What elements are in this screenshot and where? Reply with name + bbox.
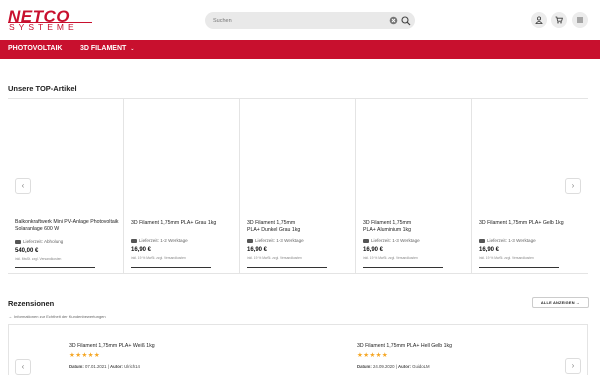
rating-stars: ★★★★★: [69, 352, 101, 359]
tax-note[interactable]: inkl. 19 % MwSt. zzgl. Versandkosten: [131, 256, 186, 260]
product-name[interactable]: 3D Filament 1,75mm PLA+ Grau 1kg: [131, 220, 235, 227]
product-card[interactable]: 3D Filament 1,75mm PLA+ Dunkel Grau 1kg …: [240, 99, 356, 274]
carousel-prev-button[interactable]: ‹: [15, 178, 31, 194]
review-author: Ulrich14: [124, 364, 140, 369]
delivery-label: Lieferzeit: 1-3 Werktage: [255, 238, 304, 243]
product-card[interactable]: 3D Filament 1,75mm PLA+ Aluminium 1kg Li…: [356, 99, 472, 274]
show-all-button[interactable]: ALLE ANZEIGEN →: [532, 297, 589, 308]
menu-button[interactable]: [572, 12, 588, 28]
card-underline: [363, 267, 443, 268]
truck-icon: [479, 238, 485, 243]
product-price: 16,90 €: [247, 247, 268, 253]
delivery-time: Lieferzeit: 1-3 Werktage: [363, 238, 420, 243]
arrow-right-icon: →: [8, 314, 12, 319]
product-price: 16,90 €: [479, 247, 500, 253]
review-date: 24.09.2020: [373, 364, 395, 369]
clear-icon[interactable]: [389, 16, 398, 25]
date-label: Datum:: [69, 364, 84, 369]
date-label: Datum:: [357, 364, 372, 369]
review-meta: Datum: 07.01.2021 | Autor: Ulrich14: [69, 364, 140, 369]
chevron-left-icon: ‹: [21, 362, 25, 371]
rating-stars: ★★★★★: [357, 352, 389, 359]
tax-note[interactable]: inkl. 19 % MwSt. zzgl. Versandkosten: [479, 256, 534, 260]
reviews-prev-button[interactable]: ‹: [15, 359, 31, 375]
tax-note[interactable]: inkl. MwSt. zzgl. Versandkosten: [15, 257, 61, 261]
netco-logo[interactable]: NETCO SYSTEME: [8, 8, 92, 32]
search-icon[interactable]: [401, 15, 411, 26]
delivery-label: Lieferzeit: Abholung: [23, 239, 64, 244]
cart-icon: [555, 16, 563, 24]
review-product-title[interactable]: 3D Filament 1,75mm PLA+ Weiß 1kg: [69, 343, 155, 349]
review-meta: Datum: 24.09.2020 | Autor: GuidoLM: [357, 364, 430, 369]
card-underline: [15, 267, 95, 268]
tax-note[interactable]: inkl. 19 % MwSt. zzgl. Versandkosten: [247, 256, 302, 260]
truck-icon: [131, 238, 137, 243]
author-label: Autor:: [398, 364, 411, 369]
account-button[interactable]: [531, 12, 547, 28]
reviews-next-button[interactable]: ›: [565, 358, 581, 374]
product-carousel: Balkonkraftwerk Mini PV-Anlage Photovolt…: [8, 98, 588, 274]
review-date: 07.01.2021: [85, 364, 107, 369]
product-price: 16,90 €: [363, 247, 384, 253]
account-icon: [535, 16, 543, 24]
delivery-time: Lieferzeit: 1-3 Werktage: [479, 238, 536, 243]
review-card[interactable]: 3D Filament 1,75mm PLA+ Hell Gelb 1kg ★★…: [297, 325, 587, 375]
product-name[interactable]: 3D Filament 1,75mm PLA+ Dunkel Grau 1kg: [247, 220, 307, 234]
nav-item-3d-filament[interactable]: 3D FILAMENT ⌄: [80, 45, 134, 52]
delivery-label: Lieferzeit: 1-3 Werktage: [371, 238, 420, 243]
delivery-time: Lieferzeit: 1-2 Werktage: [131, 238, 188, 243]
review-product-title[interactable]: 3D Filament 1,75mm PLA+ Hell Gelb 1kg: [357, 343, 452, 349]
chevron-right-icon: ›: [571, 361, 575, 370]
review-author: GuidoLM: [412, 364, 430, 369]
cart-button[interactable]: [551, 12, 567, 28]
delivery-time: Lieferzeit: 1-3 Werktage: [247, 238, 304, 243]
card-underline: [479, 267, 559, 268]
author-label: Autor:: [110, 364, 123, 369]
review-authenticity-info[interactable]: → Informationen zur Echtheit der Kundenbe…: [8, 314, 106, 319]
product-price: 540,00 €: [15, 248, 39, 254]
truck-icon: [363, 238, 369, 243]
review-info-text: Informationen zur Echtheit der Kundenbew…: [14, 314, 106, 319]
card-underline: [131, 267, 211, 268]
delivery-label: Lieferzeit: 1-3 Werktage: [487, 238, 536, 243]
logo-line2: SYSTEME: [9, 22, 78, 32]
main-nav: PHOTOVOLTAIK 3D FILAMENT ⌄: [0, 40, 600, 59]
nav-item-photovoltaik[interactable]: PHOTOVOLTAIK: [8, 45, 62, 52]
tax-note[interactable]: inkl. 19 % MwSt. zzgl. Versandkosten: [363, 256, 418, 260]
card-underline: [247, 267, 327, 268]
review-card[interactable]: 3D Filament 1,75mm PLA+ Weiß 1kg ★★★★★ D…: [9, 325, 299, 375]
reviews-title: Rezensionen: [8, 299, 55, 308]
search-bar[interactable]: [205, 12, 415, 29]
product-name[interactable]: 3D Filament 1,75mm PLA+ Gelb 1kg: [479, 220, 583, 227]
delivery-label: Lieferzeit: 1-2 Werktage: [139, 238, 188, 243]
chevron-down-icon: ⌄: [130, 46, 135, 52]
carousel-next-button[interactable]: ›: [565, 178, 581, 194]
truck-icon: [15, 239, 21, 244]
reviews-carousel: 3D Filament 1,75mm PLA+ Weiß 1kg ★★★★★ D…: [8, 324, 588, 375]
chevron-left-icon: ‹: [21, 181, 25, 190]
product-price: 16,90 €: [131, 247, 152, 253]
menu-icon: [577, 17, 583, 23]
product-name[interactable]: 3D Filament 1,75mm PLA+ Aluminium 1kg: [363, 220, 419, 234]
chevron-right-icon: ›: [571, 181, 575, 190]
delivery-time: Lieferzeit: Abholung: [15, 239, 63, 244]
top-articles-title: Unsere TOP-Artikel: [8, 84, 77, 93]
truck-icon: [247, 238, 253, 243]
product-name[interactable]: Balkonkraftwerk Mini PV-Anlage Photovolt…: [15, 219, 119, 233]
product-card[interactable]: 3D Filament 1,75mm PLA+ Grau 1kg Lieferz…: [124, 99, 240, 274]
nav-item-3d-filament-label: 3D FILAMENT: [80, 45, 127, 52]
site-header: NETCO SYSTEME: [0, 0, 600, 40]
search-input[interactable]: [213, 14, 383, 27]
